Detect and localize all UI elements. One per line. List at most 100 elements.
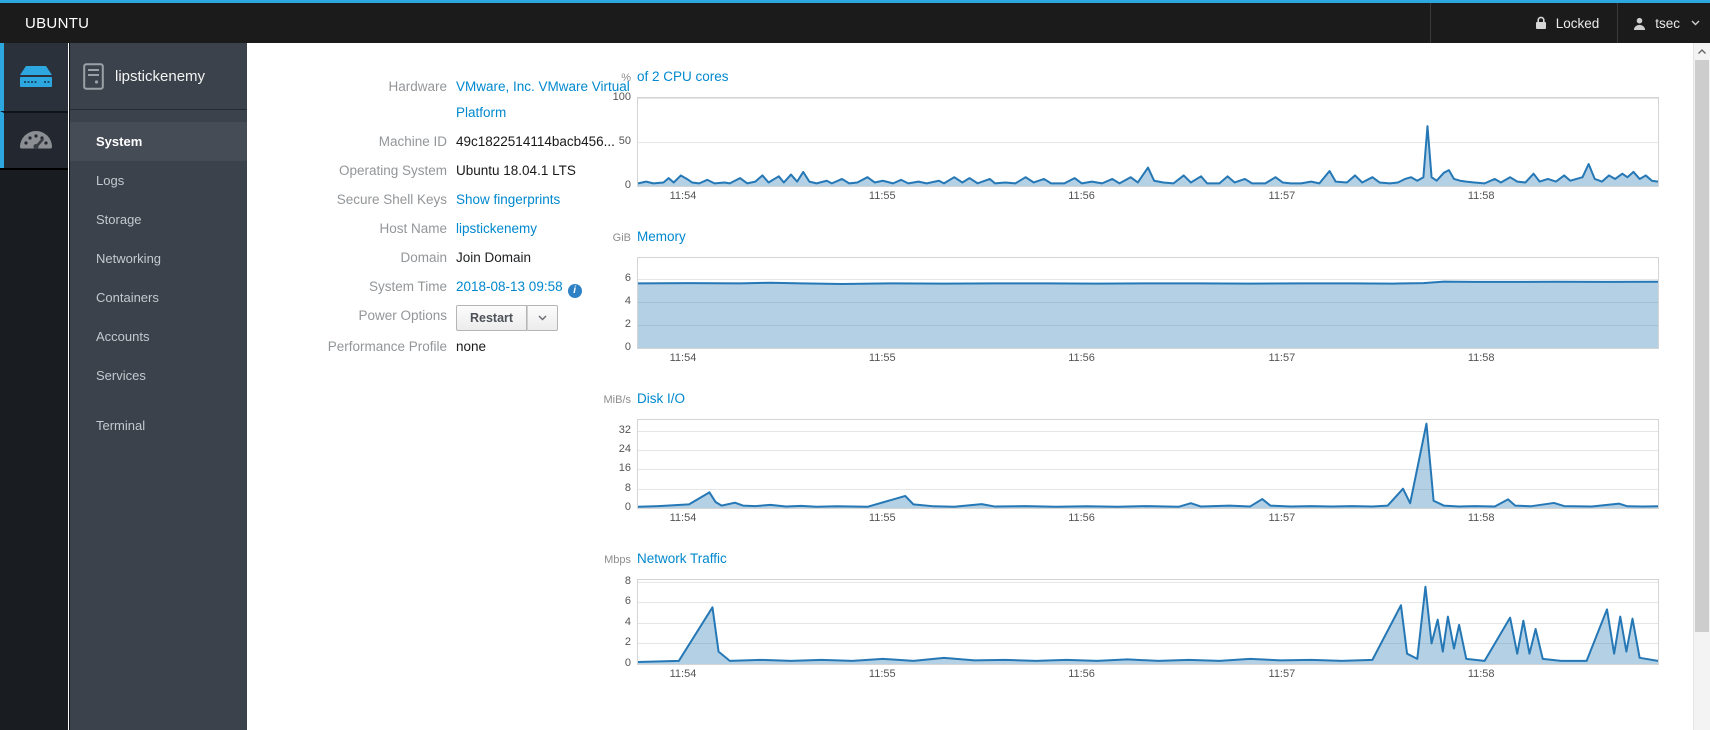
x-axis-labels: 11:54 11:55 11:56 11:57 11:58 <box>637 509 1659 525</box>
x-tick-label: 11:58 <box>1467 352 1495 364</box>
sidebar-item-networking[interactable]: Networking <box>70 239 247 278</box>
plot-area-of-2-cpu-cores <box>637 97 1659 187</box>
locked-indicator[interactable]: Locked <box>1429 3 1618 43</box>
domain-label: Domain <box>400 250 447 265</box>
host-server-icon <box>83 62 104 90</box>
x-tick-label: 11:57 <box>1268 512 1296 524</box>
caret-down-icon <box>538 315 547 321</box>
machine-id-label: Machine ID <box>378 134 447 149</box>
chart-title-link-of-2-cpu-cores[interactable]: of 2 CPU cores <box>637 69 729 84</box>
x-tick-label: 11:54 <box>669 668 697 680</box>
os-value: Ubuntu 18.04.1 LTS <box>456 163 576 178</box>
sidebar: lipstickenemy System Logs Storage Networkin… <box>69 43 247 730</box>
chart-unit-label: % <box>621 72 631 84</box>
restart-button[interactable]: Restart <box>456 305 528 331</box>
lock-icon <box>1535 16 1546 29</box>
series-cpu-usage <box>638 98 1658 186</box>
y-axis-labels: 0 2 4 6 <box>590 257 637 353</box>
chart-memory: GiB Memory 0 2 4 6 11:54 11:55 11:56 11:57 11:58 <box>590 229 1659 365</box>
series-network-traffic <box>638 580 1658 664</box>
chevron-down-icon <box>1691 20 1700 26</box>
scroll-up-arrow[interactable] <box>1694 43 1710 60</box>
os-label: Operating System <box>338 163 447 178</box>
sidebar-item-containers[interactable]: Containers <box>70 278 247 317</box>
host-header: lipstickenemy <box>70 43 247 110</box>
x-tick-label: 11:55 <box>868 352 896 364</box>
system-time-link[interactable]: 2018-08-13 09:58 <box>456 279 563 294</box>
y-tick-label: 8 <box>624 574 631 587</box>
x-tick-label: 11:58 <box>1467 512 1495 524</box>
chart-title-link-disk-i-o[interactable]: Disk I/O <box>637 391 685 406</box>
y-tick-label: 50 <box>618 135 631 147</box>
host-name-link[interactable]: lipstickenemy <box>456 221 537 236</box>
chart-unit-label: MiB/s <box>603 394 632 406</box>
hardware-label: Hardware <box>388 79 447 94</box>
x-tick-label: 11:56 <box>1068 512 1095 524</box>
y-tick-label: 16 <box>618 462 631 475</box>
x-tick-label: 11:55 <box>868 190 896 202</box>
y-tick-label: 2 <box>624 317 631 330</box>
sidebar-item-logs[interactable]: Logs <box>70 161 247 200</box>
x-axis-labels: 11:54 11:55 11:56 11:57 11:58 <box>637 665 1659 681</box>
show-fingerprints-link[interactable]: Show fingerprints <box>456 192 560 207</box>
x-tick-label: 11:57 <box>1268 668 1296 680</box>
x-tick-label: 11:54 <box>669 512 697 524</box>
y-tick-label: 4 <box>624 294 631 307</box>
y-axis-labels: 0 2 4 6 8 <box>590 575 637 669</box>
x-tick-label: 11:57 <box>1268 352 1296 364</box>
x-tick-label: 11:57 <box>1268 190 1296 202</box>
y-tick-label: 100 <box>612 91 631 103</box>
y-tick-label: 2 <box>624 636 631 649</box>
host-name-row-label: Host Name <box>379 221 447 236</box>
chart-unit-label: GiB <box>612 232 631 244</box>
machine-server-button[interactable] <box>0 43 68 111</box>
y-axis-labels: 0 50 100 <box>590 91 637 191</box>
performance-profile-label: Performance Profile <box>327 339 447 354</box>
power-options-label: Power Options <box>358 308 447 323</box>
sidebar-item-system[interactable]: System <box>70 122 247 161</box>
y-tick-label: 0 <box>624 657 631 669</box>
sidebar-item-accounts[interactable]: Accounts <box>70 317 247 356</box>
chart-unit-label: Mbps <box>604 554 631 566</box>
plot-area-disk-i-o <box>637 419 1659 509</box>
machines-strip-spacer <box>0 168 68 170</box>
x-tick-label: 11:56 <box>1068 190 1095 202</box>
y-tick-label: 0 <box>624 179 631 191</box>
x-tick-label: 11:58 <box>1467 190 1495 202</box>
sidebar-item-terminal[interactable]: Terminal <box>70 406 247 445</box>
info-circle-icon[interactable]: i <box>567 284 582 298</box>
y-tick-label: 6 <box>624 271 631 284</box>
main-content: Hardware VMware, Inc. VMware Virtual Pla… <box>247 43 1693 730</box>
power-options-dropdown-toggle[interactable] <box>527 305 559 331</box>
chart-title-link-memory[interactable]: Memory <box>637 229 686 244</box>
user-label: tsec <box>1655 15 1680 31</box>
dashboard-button[interactable] <box>0 111 68 168</box>
cockpit-app: UBUNTU Locked tsec lipstickenemy System … <box>0 0 1710 730</box>
sidebar-item-storage[interactable]: Storage <box>70 200 247 239</box>
series-disk-io <box>638 420 1658 508</box>
chart-network-traffic: Mbps Network Traffic 0 2 4 6 8 11:54 11:55 11:56 1… <box>590 551 1659 681</box>
dashboard-gauge-icon <box>20 130 52 149</box>
brand-label: UBUNTU <box>25 14 90 32</box>
x-tick-label: 11:55 <box>868 668 896 680</box>
top-navbar: UBUNTU Locked tsec <box>0 0 1710 43</box>
x-tick-label: 11:55 <box>868 512 896 524</box>
join-domain-link[interactable]: Join Domain <box>456 250 531 265</box>
user-menu[interactable]: tsec <box>1617 3 1710 43</box>
x-tick-label: 11:54 <box>669 190 697 202</box>
y-tick-label: 6 <box>624 595 631 608</box>
charts-column: % of 2 CPU cores 0 50 100 11:54 11:55 11:56 11:5… <box>590 69 1659 707</box>
y-tick-label: 24 <box>618 443 631 456</box>
chart-disk-i-o: MiB/s Disk I/O 0 8 16 24 32 11:54 11:55 11:56 11:5… <box>590 391 1659 525</box>
server-icon <box>20 65 52 87</box>
x-tick-label: 11:54 <box>669 352 697 364</box>
machines-strip <box>0 43 68 730</box>
chart-title-link-network-traffic[interactable]: Network Traffic <box>637 551 727 566</box>
y-tick-label: 4 <box>624 615 631 628</box>
x-tick-label: 11:58 <box>1467 668 1495 680</box>
y-tick-label: 0 <box>624 501 631 513</box>
scrollbar-thumb[interactable] <box>1695 60 1709 632</box>
sidebar-item-services[interactable]: Services <box>70 356 247 395</box>
sidebar-nav: System Logs Storage Networking Containers Acc… <box>70 110 247 445</box>
scrollbar[interactable] <box>1693 43 1710 730</box>
